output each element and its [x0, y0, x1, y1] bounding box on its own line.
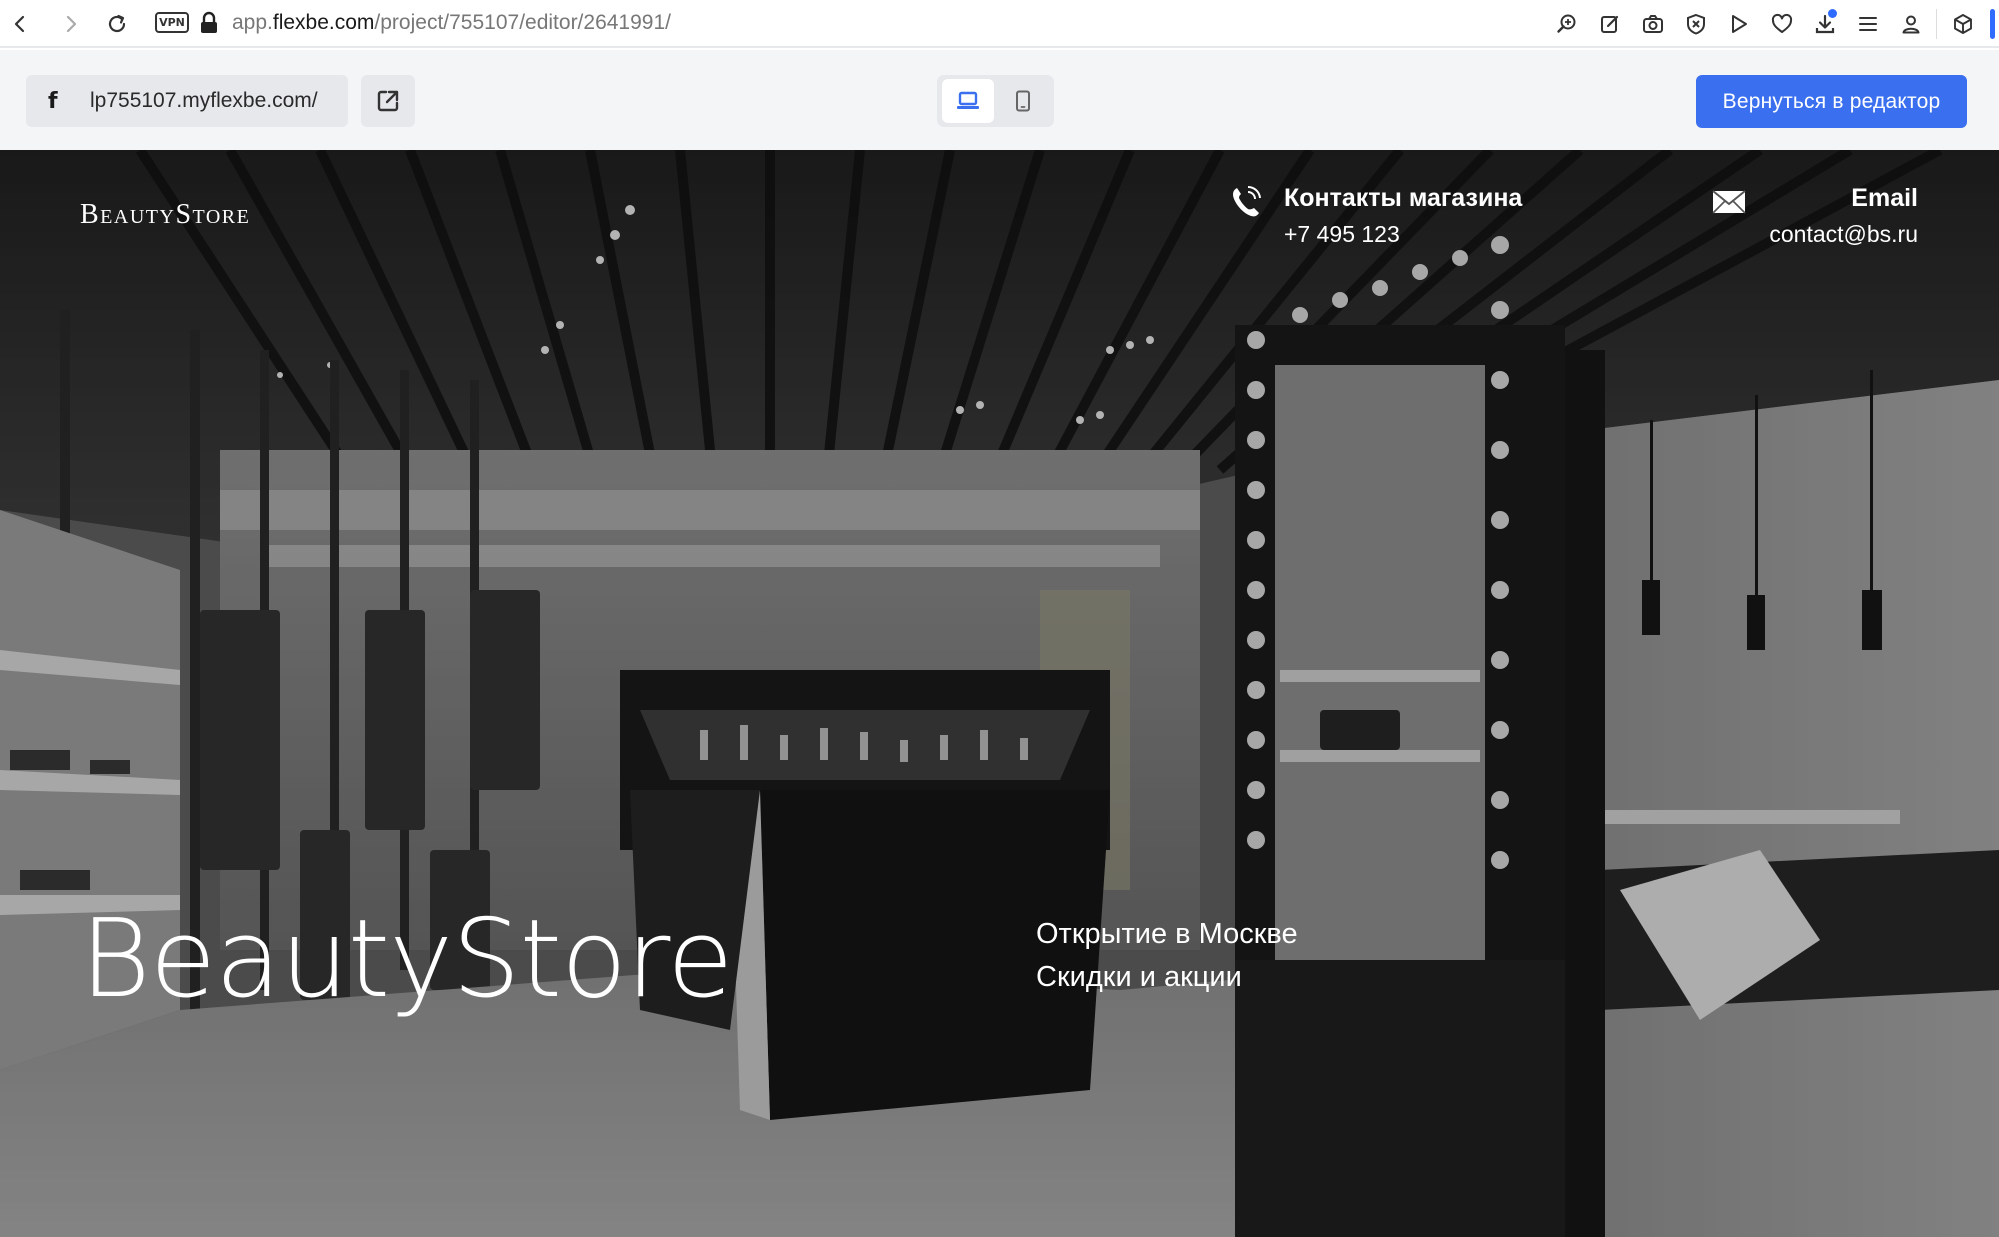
browser-extensions [1545, 6, 1999, 42]
play-icon[interactable] [1717, 6, 1760, 42]
hero-dark-overlay [0, 150, 1999, 1237]
browser-toolbar: VPN app.flexbe.com/project/755107/editor… [0, 0, 1999, 48]
address-bar[interactable]: app.flexbe.com/project/755107/editor/264… [232, 10, 671, 36]
hero-line-discounts: Скидки и акции [1036, 961, 1242, 993]
download-icon[interactable] [1803, 6, 1846, 42]
cube-icon[interactable] [1941, 6, 1984, 42]
contacts-title: Контакты магазина [1284, 184, 1523, 212]
preview-toolbar: f lp755107.myflexbe.com/ Вернуться в ред… [0, 50, 1999, 150]
site-logo[interactable]: BeautyStore [80, 199, 250, 231]
url-domain: flexbe.com [272, 11, 375, 34]
phone-icon [1016, 90, 1030, 112]
url-prefix: app. [232, 11, 273, 34]
hero-line-opening: Открытие в Москве [1036, 918, 1298, 950]
notification-dot [1828, 9, 1837, 18]
external-link-icon [377, 90, 399, 112]
menu-icon[interactable] [1846, 6, 1889, 42]
email-title: Email [1851, 184, 1918, 212]
mobile-view-button[interactable] [997, 79, 1049, 123]
site-url-box[interactable]: f lp755107.myflexbe.com/ [26, 75, 348, 127]
camera-icon[interactable] [1631, 6, 1674, 42]
lock-icon[interactable] [198, 11, 220, 35]
open-external-button[interactable] [361, 75, 415, 127]
edit-icon[interactable] [1588, 6, 1631, 42]
toolbar-divider [1936, 9, 1937, 39]
hero-title: BeautyStore [80, 897, 734, 1022]
phone-icon [1233, 185, 1261, 217]
hero-section: BeautyStore Контакты магазина +7 495 123… [0, 150, 1999, 1237]
laptop-icon [957, 91, 979, 109]
site-url: lp755107.myflexbe.com/ [90, 89, 318, 112]
forward-arrow-icon[interactable] [57, 10, 85, 38]
device-switcher [937, 75, 1054, 127]
email-address[interactable]: contact@bs.ru [1769, 221, 1918, 248]
vpn-badge[interactable]: VPN [155, 12, 189, 33]
url-path: /project/755107/editor/2641991/ [374, 11, 671, 34]
desktop-view-button[interactable] [942, 79, 994, 123]
heart-icon[interactable] [1760, 6, 1803, 42]
flexbe-f-icon: f [48, 88, 58, 114]
envelope-icon [1712, 190, 1746, 214]
reload-icon[interactable] [103, 10, 131, 38]
back-arrow-icon[interactable] [6, 10, 34, 38]
phone-number[interactable]: +7 495 123 [1284, 221, 1400, 248]
hero-subtitle: Открытие в Москве Скидки и акции [1036, 913, 1298, 999]
back-to-editor-button[interactable]: Вернуться в редактор [1696, 75, 1967, 128]
shield-icon[interactable] [1674, 6, 1717, 42]
profile-icon[interactable] [1889, 6, 1932, 42]
sidebar-indicator[interactable] [1990, 9, 1995, 39]
zoom-icon[interactable] [1545, 6, 1588, 42]
